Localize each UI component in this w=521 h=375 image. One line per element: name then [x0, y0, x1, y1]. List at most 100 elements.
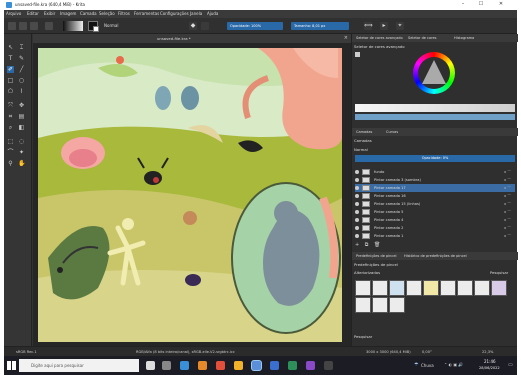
tab-advanced-color-selector[interactable]: Seletor de cores avançado	[356, 36, 403, 40]
tab-layers[interactable]: Camadas	[356, 130, 372, 134]
layer-row[interactable]: Pintar camada 5 α ⌒	[355, 208, 515, 216]
visibility-eye-icon[interactable]	[355, 226, 359, 230]
size-slider[interactable]: Tamanho: 8,01 px	[291, 22, 349, 30]
artwork-canvas[interactable]	[38, 48, 342, 342]
visibility-eye-icon[interactable]	[355, 218, 359, 222]
menu-filtros[interactable]: Filtros	[118, 11, 130, 16]
pan-tool-icon[interactable]: ✋	[18, 160, 25, 167]
ellipse-select-tool-icon[interactable]: ◌	[18, 138, 25, 145]
brush-preset-thumb[interactable]	[372, 280, 388, 296]
mirror-horizontal-icon[interactable]: ⟺	[364, 22, 373, 30]
brush-presets-footer-search[interactable]: Pesquisar	[354, 334, 372, 339]
brush-presets-filter[interactable]: Alteriorizados	[354, 270, 380, 275]
brush-preset-thumb[interactable]	[389, 297, 405, 313]
save-document-icon[interactable]	[30, 22, 38, 30]
move-tool-icon[interactable]: ✥	[18, 102, 25, 109]
brush-preset-thumb[interactable]	[389, 280, 405, 296]
polygon-tool-icon[interactable]: ⬠	[7, 88, 14, 95]
layer-row[interactable]: Pintar camada 4 α ⌒	[355, 216, 515, 224]
taskbar-search-box[interactable]: Digite aqui para pesquisar	[19, 359, 139, 372]
layer-row[interactable]: Pintar camada 15 (linhas) α ⌒	[355, 200, 515, 208]
freehand-brush-tool-icon[interactable]: ✐	[7, 66, 14, 73]
visibility-eye-icon[interactable]	[355, 202, 359, 206]
open-document-icon[interactable]	[19, 22, 27, 30]
layer-row[interactable]: Pintar camada 16 α ⌒	[355, 192, 515, 200]
status-rotation[interactable]: 0,00°	[422, 350, 432, 354]
clock-date[interactable]: 28/06/2022	[479, 366, 500, 370]
system-tray-icons[interactable]: ⌃ ◐ ▣ 🔊	[444, 362, 463, 367]
calligraphy-tool-icon[interactable]: ✎	[18, 55, 25, 62]
color-history-bar-2[interactable]	[355, 114, 515, 120]
chrome-icon[interactable]	[216, 361, 225, 370]
color-selector-settings-icon[interactable]	[355, 52, 360, 57]
visibility-eye-icon[interactable]	[355, 178, 359, 182]
document-tab[interactable]: unsaved-file.kra * ×	[33, 34, 351, 43]
minimize-button[interactable]: –	[456, 1, 470, 9]
color-wheel[interactable]	[413, 52, 455, 94]
layer-row[interactable]: Pintar camada 1 α ⌒	[355, 232, 515, 240]
brush-preset-thumb[interactable]	[491, 280, 507, 296]
color-triangle[interactable]	[422, 60, 446, 84]
brush-preset-thumb[interactable]	[372, 297, 388, 313]
tab-brush-preset-history[interactable]: Histórico de predefinições de pincel	[404, 254, 467, 258]
layer-opacity-slider[interactable]: Opacidade: 0%	[355, 155, 515, 162]
new-document-icon[interactable]	[8, 22, 16, 30]
visibility-eye-icon[interactable]	[355, 170, 359, 174]
menu-exibir[interactable]: Exibir	[44, 11, 55, 16]
visibility-eye-icon[interactable]	[355, 210, 359, 214]
edit-shapes-tool-icon[interactable]: ⌶	[18, 44, 25, 51]
tab-curves[interactable]: Curvas	[386, 130, 398, 134]
menu-camada[interactable]: Camada	[80, 11, 97, 16]
text-tool-icon[interactable]: T	[7, 55, 14, 62]
status-zoom[interactable]: 22,3%	[482, 350, 493, 354]
folder-icon[interactable]	[234, 361, 243, 370]
layer-row[interactable]: fundo α ⌒	[355, 168, 515, 176]
teams-icon[interactable]	[306, 361, 315, 370]
color-history-bar[interactable]	[355, 104, 515, 112]
brush-preset-thumb[interactable]	[457, 280, 473, 296]
menu-editar[interactable]: Editar	[27, 11, 39, 16]
menu-ferramentas[interactable]: Ferramentas	[134, 11, 159, 16]
task-view-icon[interactable]	[162, 361, 171, 370]
layer-blend-select[interactable]: Normal	[354, 147, 368, 152]
crop-tool-icon[interactable]: ⌗	[7, 113, 14, 120]
undo-icon[interactable]	[45, 22, 53, 30]
clock-time[interactable]: 21:46	[484, 359, 496, 364]
delete-layer-icon[interactable]: 🗑	[374, 242, 380, 248]
word-icon[interactable]	[270, 361, 279, 370]
line-tool-icon[interactable]: ╱	[18, 66, 25, 73]
layer-row[interactable]: Pintar camada 2 α ⌒	[355, 224, 515, 232]
krita-taskbar-icon[interactable]	[252, 361, 261, 370]
rectangle-select-tool-icon[interactable]: ⬚	[7, 138, 14, 145]
color-picker-tool-icon[interactable]: ⌕	[7, 124, 14, 131]
ellipse-tool-icon[interactable]: ○	[18, 77, 25, 84]
visibility-eye-icon[interactable]	[355, 186, 359, 190]
tab-color-selector[interactable]: Seletor de cores	[408, 36, 436, 40]
tab-histogram[interactable]: Histograma	[454, 36, 474, 40]
brush-preset-thumb[interactable]	[355, 297, 371, 313]
add-layer-icon[interactable]: +	[355, 242, 359, 248]
brush-presets-search[interactable]: Pesquisar	[490, 270, 508, 275]
windows-start-icon[interactable]	[7, 361, 16, 370]
duplicate-layer-icon[interactable]: ⧉	[365, 242, 369, 248]
brush-preset-thumb[interactable]	[355, 280, 371, 296]
blend-mode-select[interactable]: Normal	[104, 23, 118, 28]
menu-selecao[interactable]: Seleção	[99, 11, 115, 16]
explorer-icon[interactable]	[198, 361, 207, 370]
background-color-swatch[interactable]	[93, 26, 99, 32]
visibility-eye-icon[interactable]	[355, 194, 359, 198]
weather-icon[interactable]: ☂	[414, 362, 418, 368]
brush-preset-thumb[interactable]	[423, 280, 439, 296]
visibility-eye-icon[interactable]	[355, 234, 359, 238]
close-button[interactable]: ✕	[494, 1, 508, 9]
preserve-alpha-icon[interactable]	[201, 22, 209, 30]
document-close-icon[interactable]: ×	[344, 35, 348, 41]
brush-preset-thumb[interactable]	[474, 280, 490, 296]
polyline-tool-icon[interactable]: ⌇	[18, 88, 25, 95]
brush-preset-thumb[interactable]	[440, 280, 456, 296]
zoom-tool-icon[interactable]: ⚲	[7, 160, 14, 167]
notification-icon[interactable]: ▭	[508, 362, 513, 368]
rectangle-tool-icon[interactable]: □	[7, 77, 14, 84]
app-icon[interactable]	[324, 361, 333, 370]
opacity-slider[interactable]: Opacidade: 100%	[227, 22, 283, 30]
